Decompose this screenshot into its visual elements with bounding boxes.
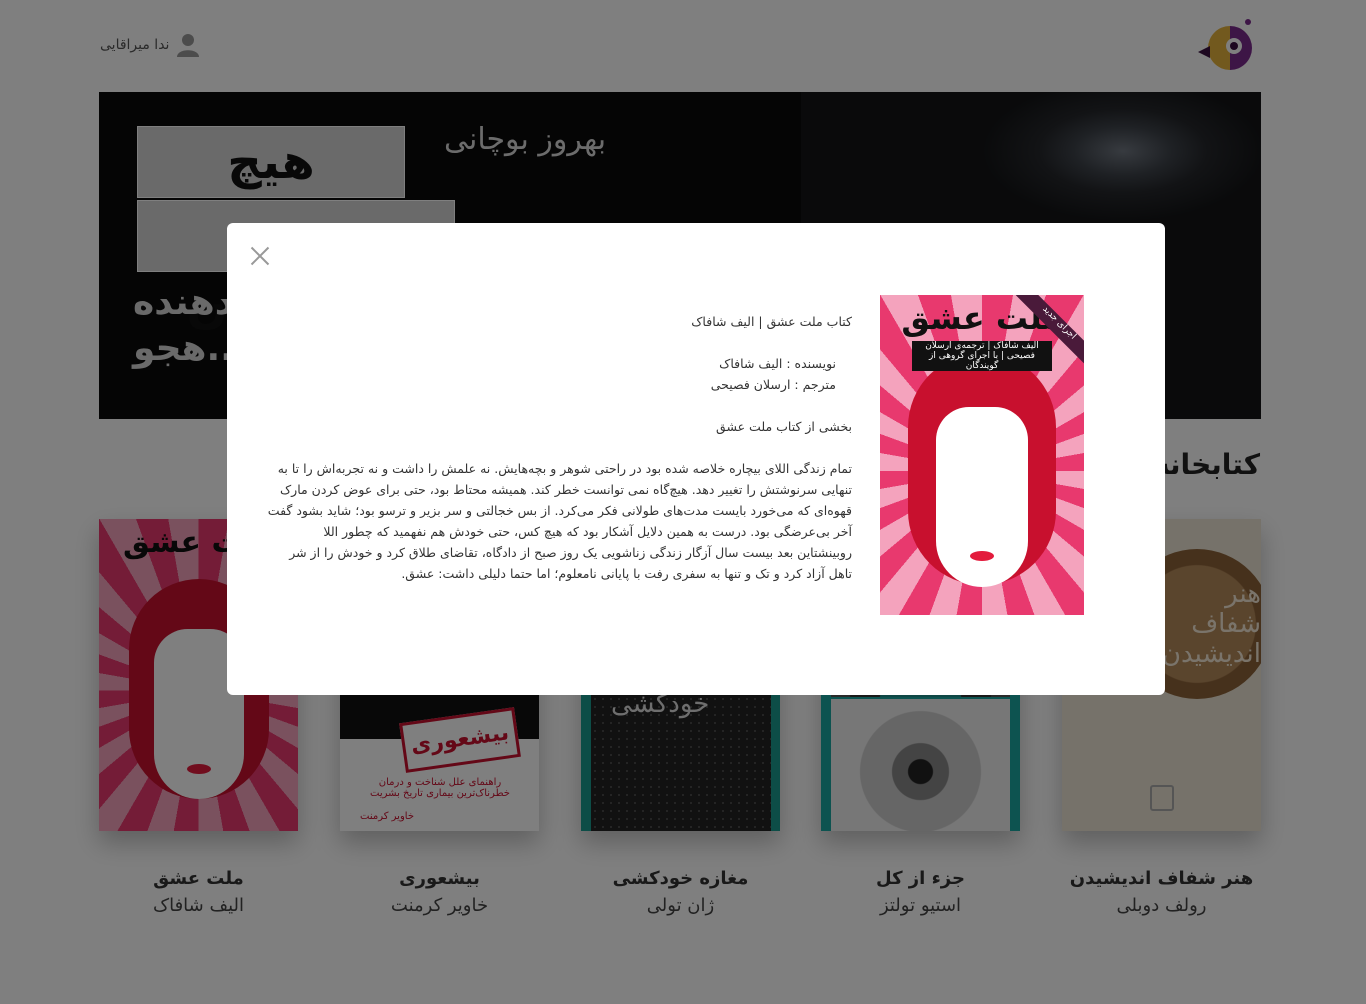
modal-excerpt: تمام زندگی اللای بیچاره خلاصه شده بود در… [267, 461, 852, 581]
book-detail-modal: ملت عشق الیف شافاک | ترجمه‌ی ارسلان فصیح… [227, 223, 1165, 695]
modal-book-cover: ملت عشق الیف شافاک | ترجمه‌ی ارسلان فصیح… [880, 295, 1084, 615]
close-icon[interactable] [247, 243, 273, 269]
modal-translator: مترجم : ارسلان فصیحی [710, 377, 836, 392]
modal-heading: کتاب ملت عشق | الیف شافاک [691, 314, 852, 329]
modal-description: کتاب ملت عشق | الیف شافاک نویسنده : الیف… [267, 311, 852, 584]
modal-excerpt-heading: بخشی از کتاب ملت عشق [716, 419, 852, 434]
modal-author: نویسنده : الیف شافاک [719, 356, 836, 371]
